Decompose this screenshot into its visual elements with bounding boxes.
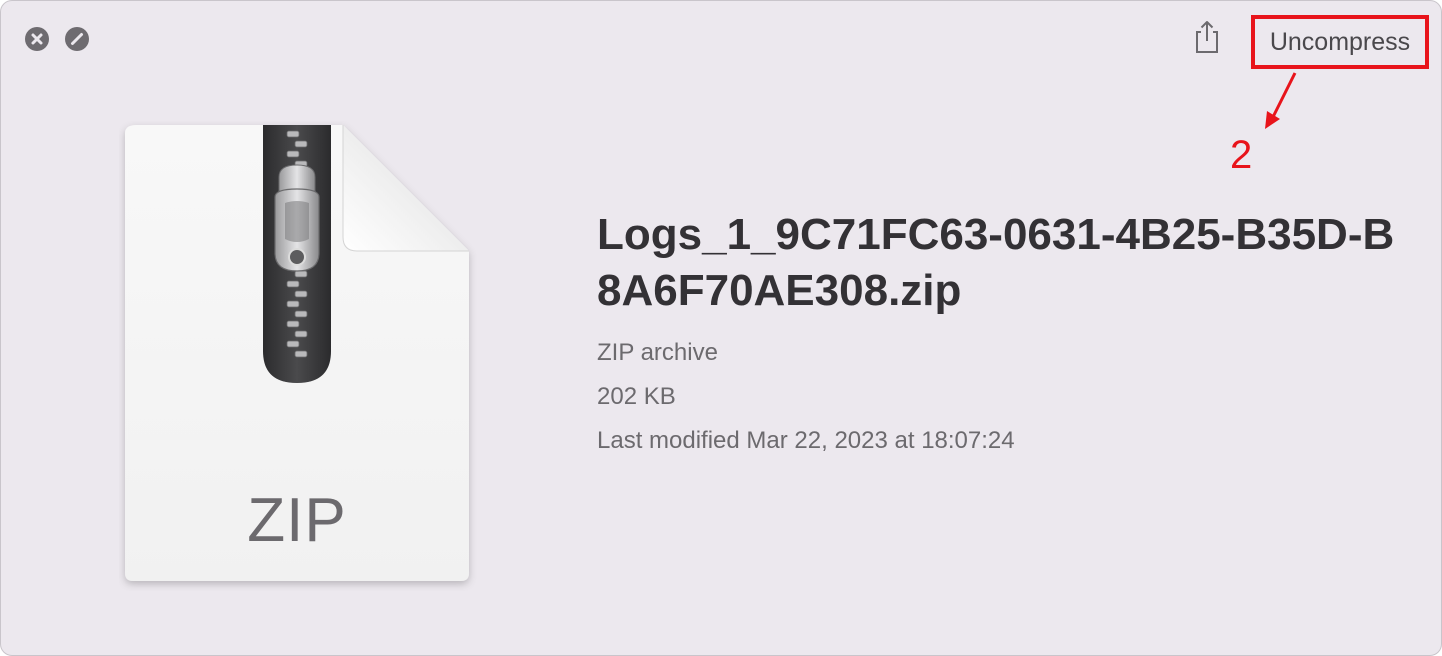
- annotation-arrow-icon: [1265, 72, 1297, 129]
- quick-look-window: Uncompress 2 ZIP Logs_1_9C71FC63-0631-4B…: [0, 0, 1442, 656]
- fullscreen-icon[interactable]: [65, 27, 89, 51]
- annotation-step-number: 2: [1230, 133, 1253, 177]
- file-name: Logs_1_9C71FC63-0631-4B25-B35D-B8A6F70AE…: [597, 210, 1395, 315]
- uncompress-button[interactable]: Uncompress: [1251, 15, 1429, 69]
- close-icon[interactable]: [25, 27, 49, 51]
- uncompress-label: Uncompress: [1269, 27, 1411, 56]
- file-size: 202 KB: [597, 383, 676, 410]
- file-info: Logs_1_9C71FC63-0631-4B25-B35D-B8A6F70AE…: [597, 207, 1417, 463]
- share-icon: [1196, 21, 1218, 53]
- file-kind: ZIP archive: [597, 339, 718, 366]
- share-button[interactable]: [1191, 19, 1223, 55]
- file-icon-label: ZIP: [247, 486, 347, 555]
- file-modified-date: Last modified Mar 22, 2023 at 18:07:24: [597, 427, 1015, 454]
